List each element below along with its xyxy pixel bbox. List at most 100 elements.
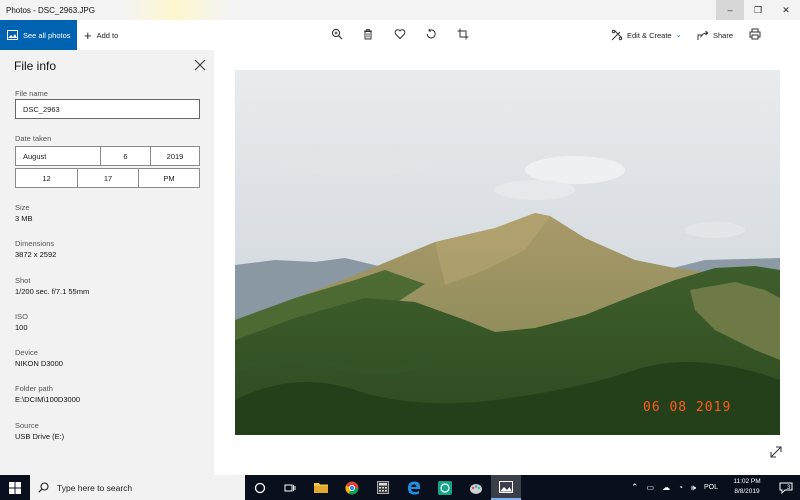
taskbar: Type here to search ⌃ ▭ ☁ ◔ 🕪 POL 11:02 … — [0, 475, 800, 500]
task-view-button[interactable] — [275, 475, 305, 500]
device-label: Device — [15, 348, 38, 357]
cortana-icon — [254, 482, 266, 493]
hour-field[interactable]: 12 — [16, 169, 78, 187]
share-button[interactable]: Share — [697, 20, 733, 50]
whatsapp-icon — [438, 480, 452, 495]
zoom-icon — [331, 28, 343, 40]
size-label: Size — [15, 203, 30, 212]
clock[interactable]: 11:02 PM 8/8/2019 — [727, 477, 767, 497]
taskbar-search-box[interactable]: Type here to search — [30, 475, 245, 500]
task-view-icon — [284, 484, 296, 491]
file-name-input[interactable]: DSC_2963 — [15, 99, 200, 119]
whatsapp-app[interactable] — [430, 475, 460, 500]
photos-app[interactable] — [491, 475, 521, 500]
print-icon — [749, 28, 761, 40]
year-field[interactable]: 2019 — [151, 147, 199, 165]
heart-icon — [394, 29, 406, 40]
hour-value: 12 — [42, 173, 51, 183]
notification-icon — [779, 482, 792, 494]
window-controls: – ❐ ✕ — [716, 0, 800, 20]
search-icon — [38, 482, 49, 493]
rotate-button[interactable] — [423, 26, 439, 42]
edge-icon — [408, 481, 420, 495]
file-name-value: DSC_2963 — [23, 104, 60, 114]
chevron-up-icon[interactable]: ⌃ — [631, 482, 639, 493]
plus-icon: + — [84, 27, 92, 43]
paint-icon — [470, 483, 482, 494]
calculator-icon — [377, 481, 389, 494]
dimensions-value: 3872 x 2592 — [15, 250, 57, 259]
expand-icon[interactable] — [770, 446, 782, 458]
add-to-label: Add to — [96, 30, 119, 40]
language-indicator[interactable]: POL — [704, 484, 718, 491]
battery-icon[interactable]: ▭ — [647, 483, 655, 492]
edit-create-icon — [611, 29, 623, 41]
close-window-button[interactable]: ✕ — [772, 0, 800, 20]
source-label: Source — [15, 421, 39, 430]
day-field[interactable]: 6 — [101, 147, 151, 165]
edge-app[interactable] — [399, 475, 429, 500]
trash-icon — [364, 29, 372, 40]
delete-button[interactable] — [360, 26, 376, 42]
zoom-button[interactable] — [329, 26, 345, 42]
share-label: Share — [713, 30, 734, 40]
notification-count: 3 — [787, 485, 791, 491]
minute-value: 17 — [103, 173, 113, 183]
minimize-button[interactable]: – — [716, 0, 744, 20]
restore-button[interactable]: ❐ — [744, 0, 772, 20]
search-placeholder: Type here to search — [57, 482, 133, 493]
toolbar: See all photos + Add to Edit & Create ⌄ … — [0, 20, 800, 50]
onedrive-icon[interactable]: ☁ — [662, 483, 670, 492]
title-bar: Photos - DSC_2963.JPG – ❐ ✕ — [0, 0, 800, 20]
file-explorer-app[interactable] — [306, 475, 336, 500]
close-icon[interactable] — [193, 58, 207, 72]
size-value: 3 MB — [15, 214, 33, 223]
window-title: Photos - DSC_2963.JPG — [6, 5, 95, 15]
start-button[interactable] — [0, 475, 30, 500]
month-value: August — [23, 151, 47, 161]
day-value: 6 — [123, 151, 128, 161]
shot-label: Shot — [15, 276, 31, 285]
month-field[interactable]: August — [16, 147, 101, 165]
date-taken-label: Date taken — [15, 134, 52, 143]
iso-value: 100 — [15, 323, 28, 332]
year-value: 2019 — [166, 151, 184, 161]
volume-icon[interactable]: 🕪 — [691, 483, 696, 493]
file-name-label: File name — [15, 89, 48, 98]
action-center-button[interactable]: 3 — [771, 475, 800, 500]
photos-app-icon — [499, 480, 513, 493]
shot-value: 1/200 sec. f/7.1 55mm — [15, 287, 90, 296]
calculator-app[interactable] — [368, 475, 398, 500]
title-bar-highlight — [120, 0, 230, 20]
chrome-app[interactable] — [337, 475, 367, 500]
edit-create-button[interactable]: Edit & Create ⌄ — [611, 20, 681, 50]
device-value: NIKON D3000 — [15, 359, 63, 368]
cortana-button[interactable] — [245, 475, 275, 500]
time-picker[interactable]: 12 17 PM — [15, 168, 200, 188]
photos-icon — [7, 30, 18, 40]
folder-path-value: E:\DCIM\100D3000 — [15, 395, 81, 404]
crop-button[interactable] — [455, 26, 471, 42]
print-button[interactable] — [747, 26, 763, 42]
folder-path-label: Folder path — [15, 384, 53, 393]
date-picker[interactable]: August 6 2019 — [15, 146, 200, 166]
file-info-panel: File info File name DSC_2963 Date taken … — [0, 50, 214, 475]
see-all-photos-button[interactable]: See all photos — [0, 20, 77, 50]
iso-label: ISO — [15, 312, 28, 321]
dimensions-label: Dimensions — [15, 239, 55, 248]
source-value: USB Drive (E:) — [15, 432, 65, 441]
network-icon[interactable]: ◔ — [678, 483, 683, 492]
crop-icon — [457, 28, 469, 40]
photo-image[interactable] — [235, 70, 780, 435]
ampm-field[interactable]: PM — [139, 169, 199, 187]
favorite-button[interactable] — [392, 26, 408, 42]
rotate-icon — [426, 28, 436, 39]
chevron-down-icon: ⌄ — [675, 32, 682, 39]
chrome-icon — [345, 481, 359, 494]
ampm-value: PM — [163, 173, 175, 183]
minute-field[interactable]: 17 — [78, 169, 139, 187]
clock-time: 11:02 PM — [733, 478, 761, 485]
add-to-button[interactable]: + Add to — [84, 20, 118, 50]
system-tray: ⌃ ▭ ☁ ◔ 🕪 POL — [631, 475, 718, 500]
paint-app[interactable] — [461, 475, 491, 500]
